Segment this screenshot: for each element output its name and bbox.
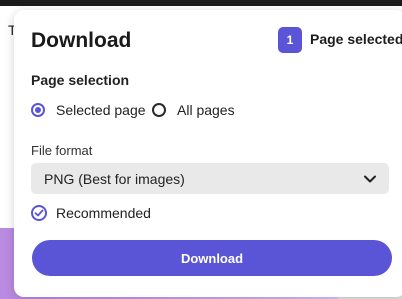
page-selection-label: Page selection (31, 72, 130, 88)
recommended-label: Recommended (56, 205, 151, 221)
download-button[interactable]: Download (32, 240, 392, 276)
download-dialog: Download 1 Page selected Page selection … (14, 10, 402, 297)
radio-all-pages-label: All pages (177, 102, 235, 118)
radio-selected-page[interactable]: Selected page (31, 102, 146, 118)
radio-unchecked-icon[interactable] (152, 103, 166, 117)
selection-count-label: Page selected (310, 31, 402, 47)
app-topbar (0, 0, 402, 6)
recommended-indicator: Recommended (31, 205, 151, 221)
chevron-down-icon (364, 175, 376, 183)
radio-checked-icon[interactable] (31, 103, 45, 117)
file-format-value: PNG (Best for images) (44, 171, 185, 187)
file-format-select[interactable]: PNG (Best for images) (31, 163, 389, 194)
selection-count-badge: 1 (278, 27, 302, 53)
check-circle-icon (31, 205, 47, 221)
dialog-title: Download (31, 29, 132, 52)
radio-all-pages[interactable]: All pages (152, 102, 235, 118)
file-format-label: File format (31, 143, 93, 158)
radio-selected-page-label: Selected page (56, 102, 146, 118)
